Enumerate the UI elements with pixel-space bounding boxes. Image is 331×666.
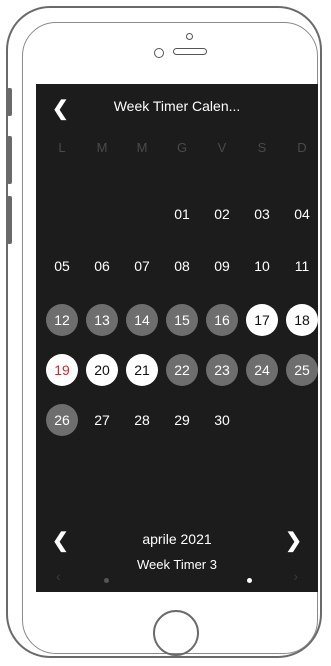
front-camera xyxy=(154,48,164,58)
calendar-day[interactable]: 12 xyxy=(46,304,78,336)
weekday-label: G xyxy=(176,140,188,155)
weekday-label: D xyxy=(297,140,307,155)
calendar-day[interactable]: 05 xyxy=(46,250,78,282)
calendar-day[interactable]: 22 xyxy=(166,354,198,386)
calendar-day[interactable]: 10 xyxy=(246,250,278,282)
calendar-day[interactable]: 19 xyxy=(46,354,78,386)
page-dot-2[interactable] xyxy=(247,578,252,583)
calendar-day[interactable]: 24 xyxy=(246,354,278,386)
calendar-day[interactable]: 03 xyxy=(246,198,278,230)
volume-down-button xyxy=(7,196,12,244)
chevron-right-icon[interactable]: › xyxy=(293,568,298,584)
weekday-label: M xyxy=(96,140,108,155)
weekday-label: S xyxy=(257,140,267,155)
calendar-day[interactable]: 21 xyxy=(126,354,158,386)
calendar-day[interactable]: 01 xyxy=(166,198,198,230)
page-title: Week Timer Calen... xyxy=(113,98,241,114)
calendar-day[interactable]: 25 xyxy=(286,354,318,386)
calendar-day[interactable]: 02 xyxy=(206,198,238,230)
front-sensor xyxy=(186,33,193,40)
calendar-day[interactable]: 20 xyxy=(86,354,118,386)
calendar-day[interactable]: 08 xyxy=(166,250,198,282)
calendar-day[interactable]: 23 xyxy=(206,354,238,386)
calendar-day[interactable]: 09 xyxy=(206,250,238,282)
calendar-day[interactable]: 14 xyxy=(126,304,158,336)
calendar-day[interactable]: 13 xyxy=(86,304,118,336)
calendar-day[interactable]: 04 xyxy=(286,198,318,230)
page-dot-1[interactable] xyxy=(104,578,109,583)
calendar-day[interactable]: 30 xyxy=(206,404,238,436)
mute-switch xyxy=(7,88,12,116)
calendar-day[interactable]: 15 xyxy=(166,304,198,336)
chevron-left-icon[interactable]: ‹ xyxy=(56,568,61,584)
calendar-day[interactable]: 07 xyxy=(126,250,158,282)
home-button[interactable] xyxy=(153,610,199,656)
weekday-label: V xyxy=(217,140,227,155)
timer-label: Week Timer 3 xyxy=(137,557,217,572)
month-label: aprile 2021 xyxy=(142,531,212,547)
calendar-day[interactable]: 17 xyxy=(246,304,278,336)
weekday-label: M xyxy=(136,140,148,155)
month-navigation: ❮ aprile 2021 ❯ xyxy=(36,524,318,554)
calendar-day[interactable]: 18 xyxy=(286,304,318,336)
calendar-day[interactable]: 11 xyxy=(286,250,318,282)
app-screen: ❮ Week Timer Calen... L M M G V S D 01 02 03 04 05… xyxy=(36,84,318,592)
calendar-day[interactable]: 28 xyxy=(126,404,158,436)
header: ❮ Week Timer Calen... xyxy=(36,84,318,128)
weekday-label: L xyxy=(58,140,66,155)
calendar-day[interactable]: 16 xyxy=(206,304,238,336)
chevron-right-icon[interactable]: ❯ xyxy=(285,528,302,553)
calendar-day[interactable]: 27 xyxy=(86,404,118,436)
volume-up-button xyxy=(7,136,12,184)
calendar-day[interactable]: 06 xyxy=(86,250,118,282)
earpiece-speaker xyxy=(173,48,207,55)
calendar-day[interactable]: 29 xyxy=(166,404,198,436)
weekday-header: LMMGVSD xyxy=(36,140,318,160)
calendar-day[interactable]: 26 xyxy=(46,404,78,436)
